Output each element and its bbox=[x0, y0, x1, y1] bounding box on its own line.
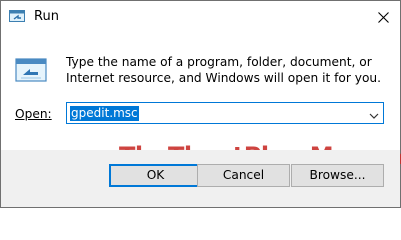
cancel-button[interactable]: Cancel bbox=[197, 164, 290, 187]
dialog-description: Type the name of a program, folder, docu… bbox=[66, 55, 382, 85]
open-combobox[interactable]: gpedit.msc bbox=[66, 102, 384, 124]
browse-button[interactable]: Browse... bbox=[291, 164, 384, 187]
dialog-body: Type the name of a program, folder, docu… bbox=[1, 34, 401, 170]
close-button[interactable] bbox=[372, 6, 394, 28]
run-dialog: Run Type the name of a program, folder, … bbox=[0, 0, 401, 208]
run-dialog-icon bbox=[15, 54, 47, 86]
open-label: Open: bbox=[15, 107, 52, 121]
close-icon bbox=[377, 11, 389, 23]
open-input-value[interactable]: gpedit.msc bbox=[70, 106, 139, 121]
window-title: Run bbox=[34, 9, 59, 24]
run-app-icon bbox=[9, 10, 25, 24]
ok-button[interactable]: OK bbox=[109, 164, 202, 187]
chevron-down-icon[interactable] bbox=[369, 109, 379, 119]
button-bar: OK Cancel Browse... bbox=[1, 150, 400, 207]
open-label-text: Open: bbox=[15, 107, 52, 121]
title-bar[interactable]: Run bbox=[1, 1, 400, 34]
